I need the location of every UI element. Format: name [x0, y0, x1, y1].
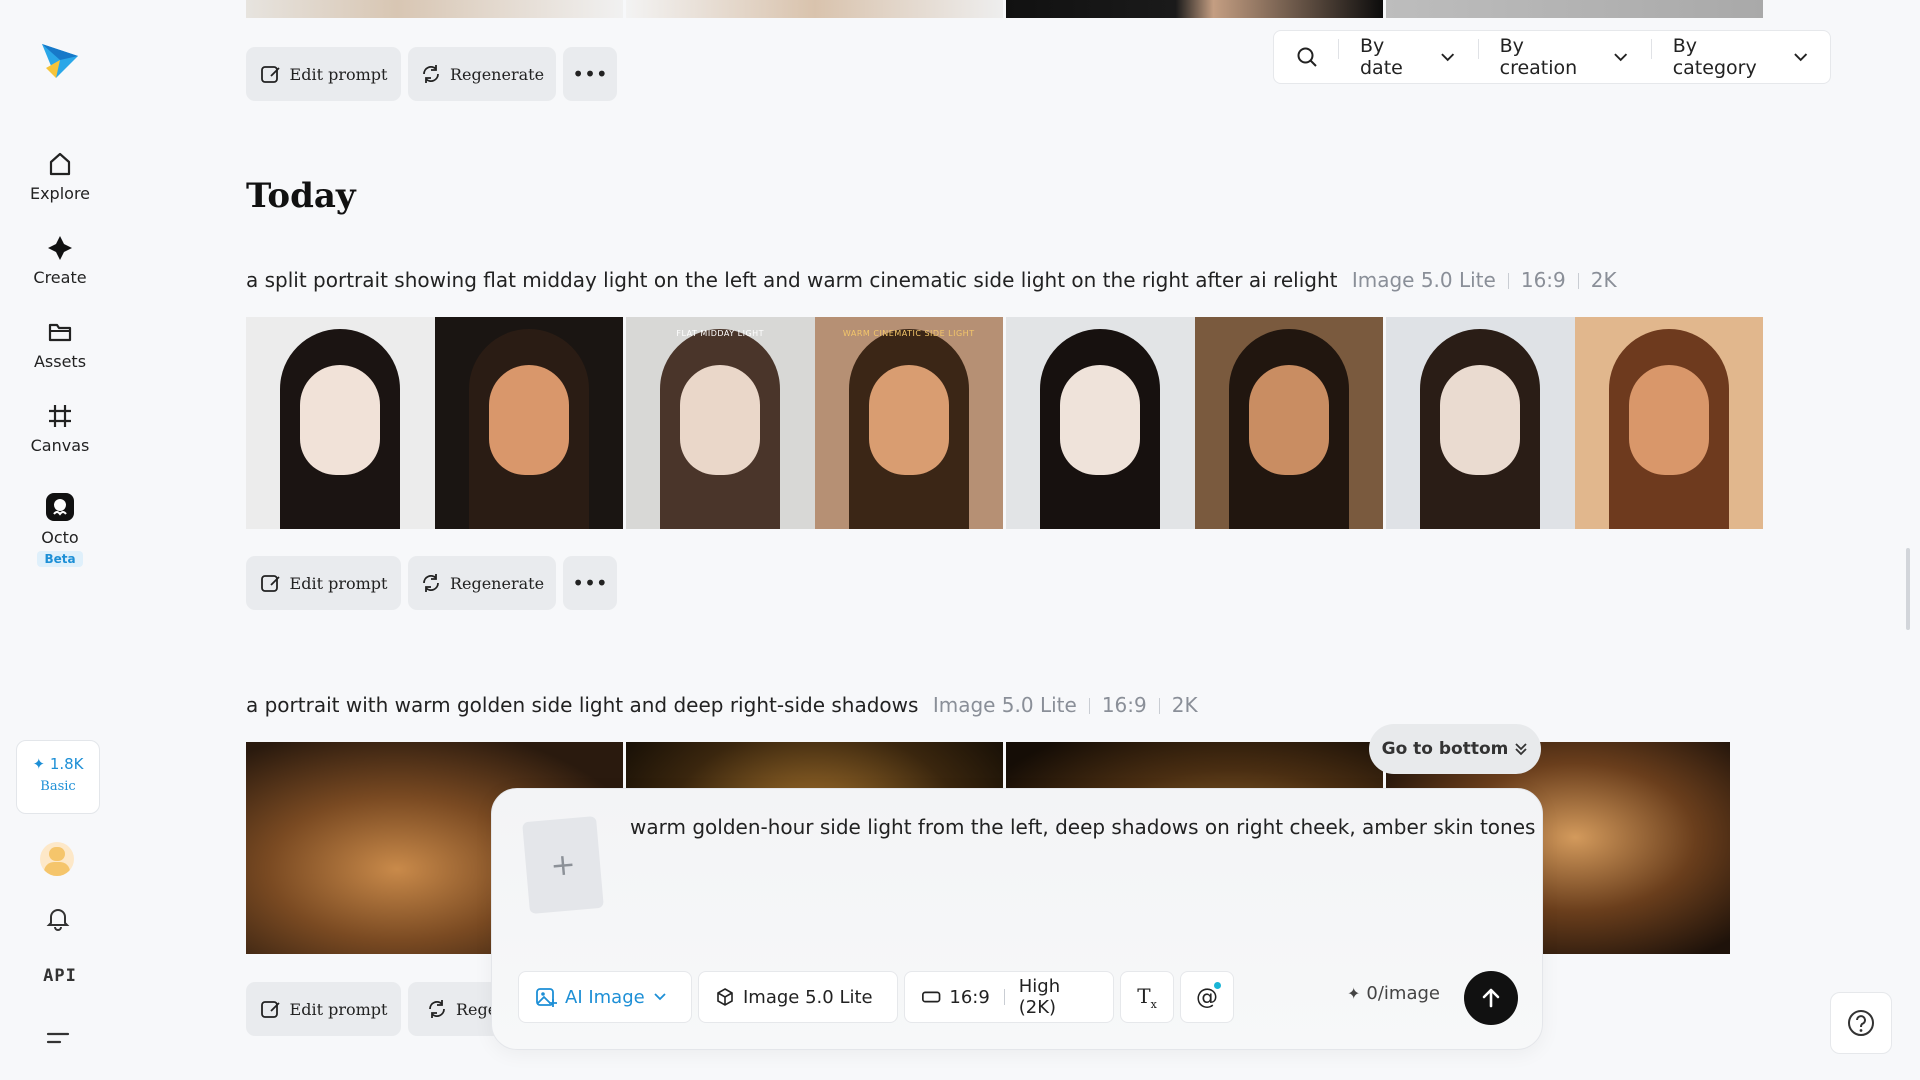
filter-by-creation[interactable]: By creation [1477, 35, 1651, 79]
search-button[interactable] [1274, 46, 1338, 68]
arrow-up-icon [1482, 988, 1500, 1008]
edit-icon [260, 575, 280, 592]
help-button[interactable] [1830, 992, 1892, 1054]
generated-image[interactable] [626, 0, 1003, 18]
edit-prompt-button[interactable]: Edit prompt [246, 982, 401, 1036]
bell-icon[interactable] [44, 904, 72, 932]
prompt-input[interactable]: warm golden-hour side light from the lef… [630, 815, 1535, 839]
prompt-text[interactable]: a portrait with warm golden side light a… [246, 693, 1198, 717]
menu-icon[interactable] [44, 1024, 72, 1052]
image-strip-previous [246, 0, 1763, 18]
generated-image[interactable] [246, 317, 623, 529]
cost-indicator: ✦ 0/image [1347, 983, 1440, 1004]
image-caption: FLAT MIDDAY LIGHT [676, 329, 765, 338]
sidebar-item-create[interactable]: Create [0, 234, 120, 287]
image-caption: WARM CINEMATIC SIDE LIGHT [842, 329, 975, 338]
image-strip: FLAT MIDDAY LIGHT WARM CINEMATIC SIDE LI… [246, 317, 1763, 529]
mode-selector[interactable]: AI Image [518, 971, 692, 1023]
sidebar-item-label: Assets [33, 352, 87, 371]
beta-badge: Beta [37, 551, 83, 567]
sparkle-icon: ✦ [1347, 984, 1361, 1003]
generated-image[interactable] [1006, 317, 1383, 529]
sidebar-item-label: Octo [41, 528, 79, 547]
chevron-down-icon [1614, 53, 1628, 62]
sidebar-item-label: Create [33, 268, 87, 287]
cube-icon [717, 988, 733, 1006]
model-tag: Image 5.0 Lite [1351, 268, 1496, 292]
regenerate-button[interactable]: Regenerate [408, 47, 556, 101]
sidebar-item-octo[interactable]: Octo Beta [0, 492, 120, 567]
more-icon: ••• [572, 62, 608, 86]
refresh-icon [423, 574, 439, 592]
sidebar: Explore Create Assets Canvas Octo Beta ✦… [0, 0, 120, 1080]
ratio-quality-selector[interactable]: 16:9 High (2K) [904, 971, 1114, 1023]
home-icon [49, 152, 71, 176]
double-chevron-down-icon [1515, 743, 1528, 756]
generated-image[interactable] [1386, 317, 1763, 529]
sidebar-item-canvas[interactable]: Canvas [0, 402, 120, 455]
edit-prompt-button[interactable]: Edit prompt [246, 556, 401, 610]
refresh-icon [429, 1000, 445, 1018]
model-tag: Image 5.0 Lite [932, 693, 1077, 717]
image-icon [536, 988, 557, 1007]
ratio-tag: 16:9 [1520, 268, 1566, 292]
sparkle-icon [48, 236, 72, 260]
more-options-button[interactable]: ••• [563, 47, 617, 101]
chevron-down-icon [1441, 53, 1455, 62]
refresh-icon [423, 65, 439, 83]
credits-amount: 1.8K [49, 755, 84, 773]
app-logo[interactable] [38, 38, 82, 82]
sidebar-item-label: Explore [29, 184, 91, 203]
canvas-icon [49, 405, 71, 427]
help-icon [1848, 1010, 1874, 1036]
aspect-ratio-icon [922, 991, 941, 1003]
add-reference-image-button[interactable]: + [522, 815, 604, 915]
mention-button[interactable]: @ [1180, 971, 1234, 1023]
more-options-button[interactable]: ••• [563, 556, 617, 610]
ratio-tag: 16:9 [1101, 693, 1147, 717]
filter-by-date[interactable]: By date [1338, 35, 1478, 79]
resolution-tag: 2K [1590, 268, 1617, 292]
edit-icon [260, 66, 280, 83]
chevron-down-icon [654, 993, 666, 1001]
model-selector[interactable]: Image 5.0 Lite [698, 971, 898, 1023]
chevron-down-icon [1793, 53, 1807, 62]
prompt-composer: + warm golden-hour side light from the l… [491, 788, 1543, 1050]
plus-icon: + [548, 846, 578, 884]
text-style-button[interactable]: Tx [1120, 971, 1174, 1023]
scrollbar[interactable] [1906, 548, 1910, 630]
search-icon [1297, 47, 1317, 67]
send-button[interactable] [1464, 971, 1518, 1025]
generated-image[interactable] [1386, 0, 1763, 18]
edit-icon [260, 1001, 280, 1018]
generated-image[interactable] [246, 0, 623, 18]
more-icon: ••• [572, 571, 608, 595]
sparkle-icon: ✦ [32, 755, 46, 773]
sidebar-item-assets[interactable]: Assets [0, 318, 120, 371]
folder-icon [48, 323, 72, 342]
credits-panel[interactable]: ✦ 1.8K Basic [16, 740, 100, 814]
api-link[interactable]: API [0, 966, 120, 986]
section-title: Today [246, 176, 356, 216]
go-to-bottom-button[interactable]: Go to bottom [1369, 724, 1541, 774]
notification-dot [1214, 982, 1221, 989]
text-format-icon: Tx [1137, 983, 1157, 1011]
generated-image[interactable] [1006, 0, 1383, 18]
resolution-tag: 2K [1171, 693, 1198, 717]
filter-by-category[interactable]: By category [1650, 35, 1830, 79]
sidebar-item-explore[interactable]: Explore [0, 150, 120, 203]
plan-tier: Basic [40, 779, 76, 794]
edit-prompt-button[interactable]: Edit prompt [246, 47, 401, 101]
avatar[interactable] [40, 842, 74, 876]
octo-icon [46, 493, 74, 521]
filter-bar: By date By creation By category [1273, 30, 1831, 84]
sidebar-item-label: Canvas [30, 436, 90, 455]
prompt-text[interactable]: a split portrait showing flat midday lig… [246, 268, 1617, 292]
regenerate-button[interactable]: Regenerate [408, 556, 556, 610]
generated-image[interactable]: FLAT MIDDAY LIGHT WARM CINEMATIC SIDE LI… [626, 317, 1003, 529]
